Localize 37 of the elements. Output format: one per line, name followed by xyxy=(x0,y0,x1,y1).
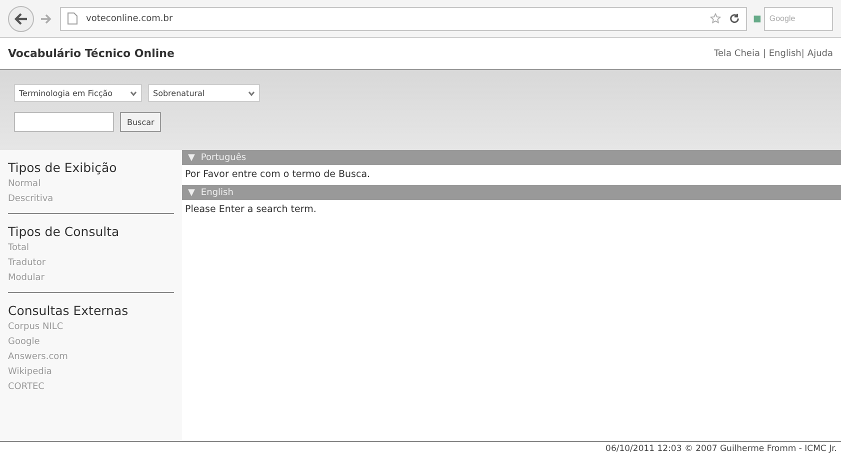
address-bar[interactable]: voteconline.com.br xyxy=(60,6,747,30)
section-header[interactable]: ▼ Português xyxy=(182,150,841,165)
dropdown[interactable]: Sobrenatural xyxy=(148,84,260,102)
sidebar-link[interactable]: Wikipedia xyxy=(8,365,174,380)
search-button[interactable]: Buscar xyxy=(120,112,162,132)
sidebar-link[interactable]: Total xyxy=(8,241,174,256)
forward-arrow-icon xyxy=(40,14,52,24)
sidebar-link[interactable]: Corpus NILC xyxy=(8,320,174,335)
footer-text: 06/10/2011 12:03 © 2007 Guilherme Fromm - ICMC Jr. xyxy=(606,444,837,454)
sidebar-link[interactable]: Modular xyxy=(8,271,174,286)
sidebar-heading: Tipos de Consulta xyxy=(8,224,120,239)
dropdown[interactable]: Terminologia em Ficção xyxy=(14,84,142,102)
chevron-icon xyxy=(248,90,255,96)
sidebar-link[interactable]: Descritiva xyxy=(8,192,174,207)
star-icon[interactable] xyxy=(710,13,721,24)
sidebar-link[interactable]: Answers.com xyxy=(8,350,174,365)
section-message: Please Enter a search term. xyxy=(184,203,318,217)
sidebar-heading: Tipos de Exibição xyxy=(8,160,118,175)
sidebar-link[interactable]: Normal xyxy=(8,177,174,192)
back-button[interactable] xyxy=(8,6,34,32)
back-arrow-icon xyxy=(14,12,28,24)
search-input[interactable] xyxy=(14,112,114,132)
sidebar-heading: Consultas Externas xyxy=(8,303,130,318)
page-icon xyxy=(67,12,78,25)
url-text: voteconline.com.br xyxy=(86,14,173,24)
header-link[interactable]: English| xyxy=(768,48,804,58)
header-link[interactable]: Ajuda xyxy=(807,48,833,58)
header-link[interactable]: Tela Cheia | xyxy=(714,48,766,58)
reload-icon[interactable] xyxy=(729,13,740,24)
section-message: Por Favor entre com o termo de Busca. xyxy=(184,168,372,182)
sidebar-link[interactable]: Tradutor xyxy=(8,256,174,271)
search-field[interactable]: Google xyxy=(764,6,833,30)
sidebar-link[interactable]: Google xyxy=(8,335,174,350)
site-title: Vocabulário Técnico Online xyxy=(8,47,174,60)
section-header[interactable]: ▼ English xyxy=(182,185,841,200)
sidebar-link[interactable]: CORTEC xyxy=(8,380,174,395)
chevron-icon xyxy=(130,90,137,96)
